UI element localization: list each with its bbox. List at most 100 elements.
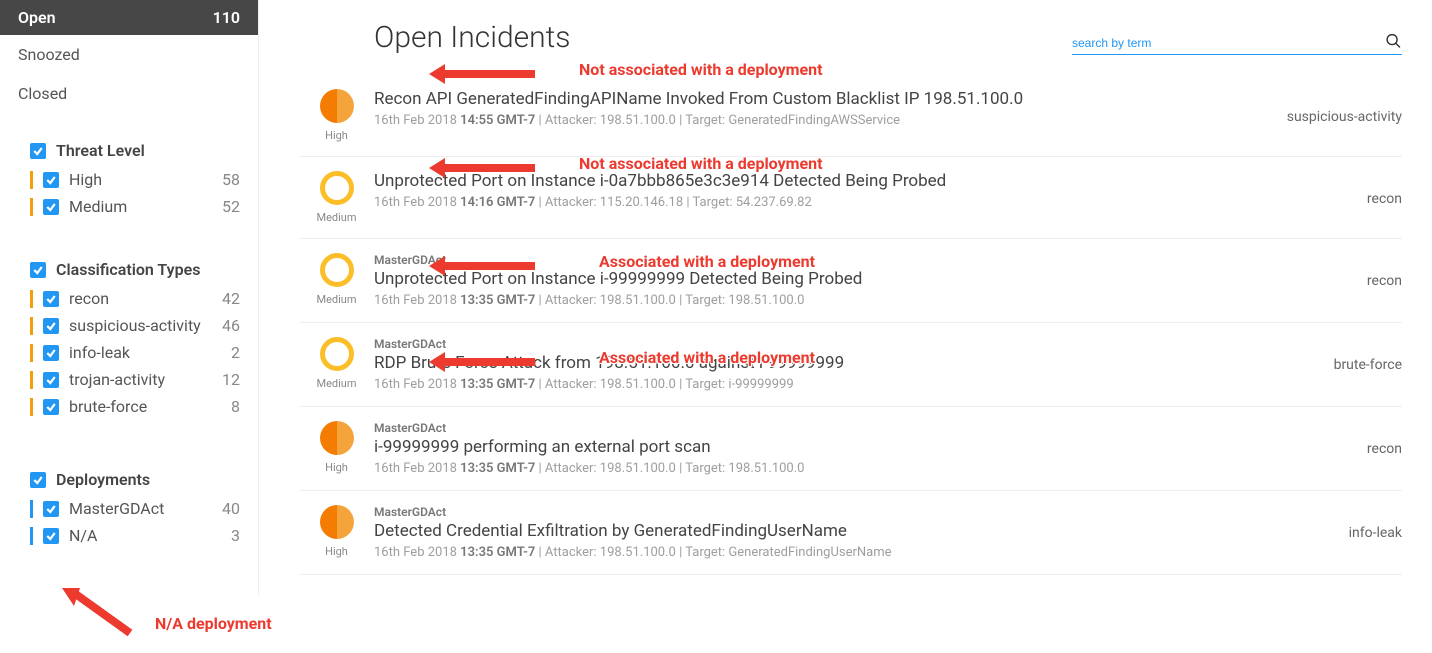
search-icon[interactable] (1385, 32, 1402, 50)
filter-row[interactable]: suspicious-activity 46 (0, 312, 258, 339)
filter-count: 46 (222, 316, 240, 335)
filter-row[interactable]: N/A 3 (0, 522, 258, 549)
incident-meta: 16th Feb 2018 13:35 GMT-7 | Attacker: 19… (374, 293, 1242, 308)
filter-label: suspicious-activity (69, 316, 201, 335)
filter-row[interactable]: Medium 52 (0, 193, 258, 220)
sidebar-tab-open[interactable]: Open 110 (0, 0, 258, 35)
check-icon[interactable] (30, 262, 46, 278)
incident-meta: 16th Feb 2018 13:35 GMT-7 | Attacker: 19… (374, 545, 1242, 560)
severity-indicator: High (299, 89, 374, 142)
incident-row[interactable]: Medium MasterGDAct Unprotected Port on I… (299, 239, 1402, 323)
filter-count: 3 (231, 526, 240, 545)
check-icon[interactable] (43, 501, 59, 517)
check-icon[interactable] (30, 143, 46, 159)
filter-bar (30, 171, 33, 189)
severity-icon (320, 505, 354, 539)
incident-title: Unprotected Port on Instance i-0a7bbb865… (374, 171, 1242, 191)
filter-label: Medium (69, 197, 127, 216)
incident-title: Detected Credential Exfiltration by Gene… (374, 521, 1242, 541)
severity-indicator: Medium (299, 337, 374, 390)
filter-row[interactable]: MasterGDAct 40 (0, 495, 258, 522)
severity-label: High (299, 461, 374, 474)
incident-deployment: MasterGDAct (374, 337, 1242, 351)
tab-count: 110 (213, 8, 240, 27)
severity-indicator: Medium (299, 171, 374, 224)
filter-count: 42 (222, 289, 240, 308)
filter-label: High (69, 170, 102, 189)
filter-count: 2 (231, 343, 240, 362)
severity-indicator: High (299, 421, 374, 474)
sidebar: Open 110 Snoozed Closed Threat Level Hig… (0, 0, 258, 595)
filter-bar (30, 500, 33, 518)
filter-bar (30, 398, 33, 416)
filter-label: recon (69, 289, 109, 308)
incident-classification: info-leak (1242, 505, 1402, 541)
incident-meta: 16th Feb 2018 13:35 GMT-7 | Attacker: 19… (374, 461, 1242, 476)
annotation-arrow (60, 588, 140, 648)
filter-row[interactable]: info-leak 2 (0, 339, 258, 366)
incident-meta: 16th Feb 2018 13:35 GMT-7 | Attacker: 19… (374, 377, 1242, 392)
incident-row[interactable]: Medium MasterGDAct RDP Brute Force Attac… (299, 323, 1402, 407)
check-icon[interactable] (43, 199, 59, 215)
severity-indicator: Medium (299, 253, 374, 306)
incident-title: Unprotected Port on Instance i-99999999 … (374, 269, 1242, 289)
filter-label: trojan-activity (69, 370, 165, 389)
main-content: Open Incidents High Recon API GeneratedF… (258, 0, 1432, 595)
incident-row[interactable]: High Recon API GeneratedFindingAPIName I… (299, 75, 1402, 157)
search-field[interactable] (1072, 32, 1402, 55)
severity-label: High (299, 545, 374, 558)
filter-row[interactable]: recon 42 (0, 285, 258, 312)
check-icon[interactable] (43, 399, 59, 415)
incident-title: Recon API GeneratedFindingAPIName Invoke… (374, 89, 1242, 109)
threat-level-header[interactable]: Threat Level (0, 131, 258, 166)
check-icon[interactable] (43, 318, 59, 334)
filter-count: 58 (222, 170, 240, 189)
severity-icon (320, 337, 354, 371)
incident-row[interactable]: High MasterGDAct Detected Credential Exf… (299, 491, 1402, 575)
page-title: Open Incidents (374, 20, 571, 55)
check-icon[interactable] (43, 372, 59, 388)
incident-meta: 16th Feb 2018 14:55 GMT-7 | Attacker: 19… (374, 113, 1242, 128)
severity-icon (320, 421, 354, 455)
incident-title: i-99999999 performing an external port s… (374, 437, 1242, 457)
filter-count: 12 (222, 370, 240, 389)
check-icon[interactable] (43, 291, 59, 307)
filter-bar (30, 344, 33, 362)
filter-row[interactable]: High 58 (0, 166, 258, 193)
deployments-header[interactable]: Deployments (0, 460, 258, 495)
check-icon[interactable] (43, 528, 59, 544)
sidebar-tab-snoozed[interactable]: Snoozed (0, 35, 258, 74)
check-icon[interactable] (43, 172, 59, 188)
search-input[interactable] (1072, 36, 1385, 50)
incident-classification: recon (1242, 171, 1402, 207)
incident-classification: brute-force (1242, 337, 1402, 373)
filter-count: 52 (222, 197, 240, 216)
filter-count: 40 (222, 499, 240, 518)
filter-label: brute-force (69, 397, 147, 416)
incident-row[interactable]: Medium Unprotected Port on Instance i-0a… (299, 157, 1402, 239)
incident-row[interactable]: High MasterGDAct i-99999999 performing a… (299, 407, 1402, 491)
filter-count: 8 (231, 397, 240, 416)
incident-deployment: MasterGDAct (374, 505, 1242, 519)
incident-classification: suspicious-activity (1242, 89, 1402, 125)
severity-icon (320, 89, 354, 123)
severity-icon (320, 253, 354, 287)
filter-bar (30, 290, 33, 308)
filter-row[interactable]: trojan-activity 12 (0, 366, 258, 393)
check-icon[interactable] (30, 472, 46, 488)
severity-label: Medium (299, 377, 374, 390)
severity-label: Medium (299, 211, 374, 224)
annotation-text: N/A deployment (155, 614, 272, 633)
severity-label: High (299, 129, 374, 142)
classification-header[interactable]: Classification Types (0, 250, 258, 285)
incident-deployment: MasterGDAct (374, 421, 1242, 435)
check-icon[interactable] (43, 345, 59, 361)
sidebar-tab-closed[interactable]: Closed (0, 74, 258, 113)
filter-row[interactable]: brute-force 8 (0, 393, 258, 420)
incident-meta: 16th Feb 2018 14:16 GMT-7 | Attacker: 11… (374, 195, 1242, 210)
tab-label: Open (18, 8, 56, 27)
severity-label: Medium (299, 293, 374, 306)
filter-bar (30, 317, 33, 335)
incident-title: RDP Brute Force Attack from 198.51.100.0… (374, 353, 1242, 373)
filter-label: info-leak (69, 343, 130, 362)
